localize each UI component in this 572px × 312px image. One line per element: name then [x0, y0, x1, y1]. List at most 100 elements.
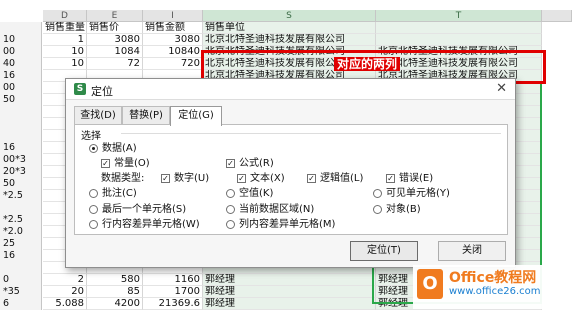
option-formulas[interactable]: ✓ 公式(R): [226, 157, 274, 170]
cell-i[interactable]: 10840: [143, 46, 203, 58]
col-header-s[interactable]: S: [203, 10, 376, 22]
radio-data[interactable]: [89, 144, 98, 153]
cell-s[interactable]: 郭经理: [203, 298, 376, 310]
header-cell-sales-unit[interactable]: 销售单位: [203, 22, 376, 34]
cell-d[interactable]: 10: [43, 46, 87, 58]
col-header-i[interactable]: I: [143, 10, 203, 22]
option-comments[interactable]: 批注(C): [89, 187, 137, 200]
header-cell-sales-price[interactable]: 销售价: [87, 22, 143, 34]
cell-i[interactable]: 3080: [143, 34, 203, 46]
radio-comments[interactable]: [89, 189, 98, 198]
row-fragment[interactable]: [0, 262, 42, 274]
radio-blanks[interactable]: [226, 189, 235, 198]
row-fragment[interactable]: 00: [0, 46, 42, 58]
option-visible-cells[interactable]: 可见单元格(Y): [373, 187, 450, 200]
option-current-region[interactable]: 当前数据区域(N): [226, 203, 314, 216]
row-fragment[interactable]: *35: [0, 286, 42, 298]
row-fragment[interactable]: 50: [0, 178, 42, 190]
row-fragment[interactable]: 16: [0, 250, 42, 262]
option-column-differences[interactable]: 列内容差异单元格(M): [226, 218, 335, 231]
option-row-differences[interactable]: 行内容差异单元格(W): [89, 218, 200, 231]
checkbox-logical[interactable]: ✓: [307, 174, 316, 183]
radio-objects[interactable]: [373, 205, 382, 214]
radio-column-differences[interactable]: [226, 220, 235, 229]
row-fragment[interactable]: 40: [0, 58, 42, 70]
cell-d[interactable]: 5.088: [43, 298, 87, 310]
checkbox-error[interactable]: ✓: [386, 174, 395, 183]
close-icon[interactable]: ✕: [496, 81, 507, 96]
row-fragment[interactable]: 00*3: [0, 154, 42, 166]
cell-e[interactable]: 1084: [87, 46, 143, 58]
row-fragment[interactable]: *2.5: [0, 214, 42, 226]
checkbox-number[interactable]: ✓: [161, 174, 170, 183]
row-fragment[interactable]: 50: [0, 94, 42, 106]
row-fragment[interactable]: *2.5: [0, 190, 42, 202]
cell-i[interactable]: 21369.6: [143, 298, 203, 310]
row-fragment[interactable]: 0: [0, 274, 42, 286]
cell-i[interactable]: 1700: [143, 286, 203, 298]
tab-goto[interactable]: 定位(G): [170, 106, 222, 126]
dialog-title-bar: S 定位 ✕: [66, 79, 515, 100]
cell-e[interactable]: 72: [87, 58, 143, 70]
col-header-t[interactable]: T: [376, 10, 542, 22]
locate-button[interactable]: 定位(T): [350, 241, 418, 261]
cell-i[interactable]: 720: [143, 58, 203, 70]
option-constants[interactable]: ✓ 常量(O): [101, 157, 150, 170]
cell-e[interactable]: 4200: [87, 298, 143, 310]
type-text[interactable]: ✓ 文本(X): [237, 172, 285, 185]
cell-d[interactable]: 10: [43, 58, 87, 70]
cell-s[interactable]: 北京北特圣迪科技发展有限公司: [203, 34, 376, 46]
option-current-region-label: 当前数据区域(N): [239, 204, 315, 215]
row-fragment[interactable]: [0, 118, 42, 130]
row-fragment[interactable]: 20*3: [0, 166, 42, 178]
row-fragment[interactable]: *2.0: [0, 226, 42, 238]
row-fragment[interactable]: 16: [0, 142, 42, 154]
checkbox-text[interactable]: ✓: [237, 174, 246, 183]
data-types-row: 数据类型:: [101, 172, 144, 185]
row-fragment[interactable]: [0, 202, 42, 214]
cell-s[interactable]: 郭经理: [203, 274, 376, 286]
row-fragment[interactable]: [0, 130, 42, 142]
radio-last-cell[interactable]: [89, 205, 98, 214]
option-blanks[interactable]: 空值(K): [226, 187, 273, 200]
cell-s[interactable]: 郭经理: [203, 286, 376, 298]
section-divider: [121, 133, 501, 134]
cell-d[interactable]: 20: [43, 286, 87, 298]
cell-d[interactable]: 1: [43, 34, 87, 46]
cell-e[interactable]: 85: [87, 286, 143, 298]
cell-e[interactable]: 3080: [87, 34, 143, 46]
option-data[interactable]: 数据(A): [89, 142, 137, 155]
type-number[interactable]: ✓ 数字(U): [161, 172, 209, 185]
header-cell-sales-amount[interactable]: 销售金额: [143, 22, 203, 34]
type-error[interactable]: ✓ 错误(E): [386, 172, 433, 185]
header-cell-t[interactable]: [376, 22, 542, 34]
option-last-cell[interactable]: 最后一个单元格(S): [89, 203, 186, 216]
radio-visible-cells[interactable]: [373, 189, 382, 198]
row-fragment[interactable]: [0, 106, 42, 118]
radio-current-region[interactable]: [226, 205, 235, 214]
row-fragment[interactable]: 25: [0, 238, 42, 250]
tab-find[interactable]: 查找(D): [74, 106, 122, 125]
option-objects[interactable]: 对象(B): [373, 203, 421, 216]
cell-i[interactable]: 1160: [143, 274, 203, 286]
checkbox-constants[interactable]: ✓: [101, 159, 110, 168]
row-fragment[interactable]: 10: [0, 34, 42, 46]
header-cell-sales-weight[interactable]: 销售重量: [43, 22, 87, 34]
cell-t[interactable]: [376, 34, 542, 46]
option-constants-label: 常量(O): [114, 158, 150, 169]
row-fragment[interactable]: 00: [0, 82, 42, 94]
col-header-d[interactable]: D: [43, 10, 87, 22]
close-button[interactable]: 关闭: [438, 241, 506, 261]
checkbox-formulas[interactable]: ✓: [226, 159, 235, 168]
type-logical[interactable]: ✓ 逻辑值(L): [307, 172, 363, 185]
col-header-next[interactable]: [542, 10, 572, 22]
row-fragment[interactable]: 6: [0, 298, 42, 310]
row-fragment[interactable]: 16: [0, 70, 42, 82]
tab-replace[interactable]: 替换(P): [122, 106, 170, 125]
radio-row-differences[interactable]: [89, 220, 98, 229]
col-header-e[interactable]: E: [87, 10, 143, 22]
cell-d[interactable]: 2: [43, 274, 87, 286]
goto-panel: 选择 数据(A) ✓ 常量(O) ✓ 公式(R) 数据类型: ✓ 数字(U) ✓…: [74, 124, 508, 235]
cell-e[interactable]: 580: [87, 274, 143, 286]
dialog-title: 定位: [91, 85, 113, 98]
